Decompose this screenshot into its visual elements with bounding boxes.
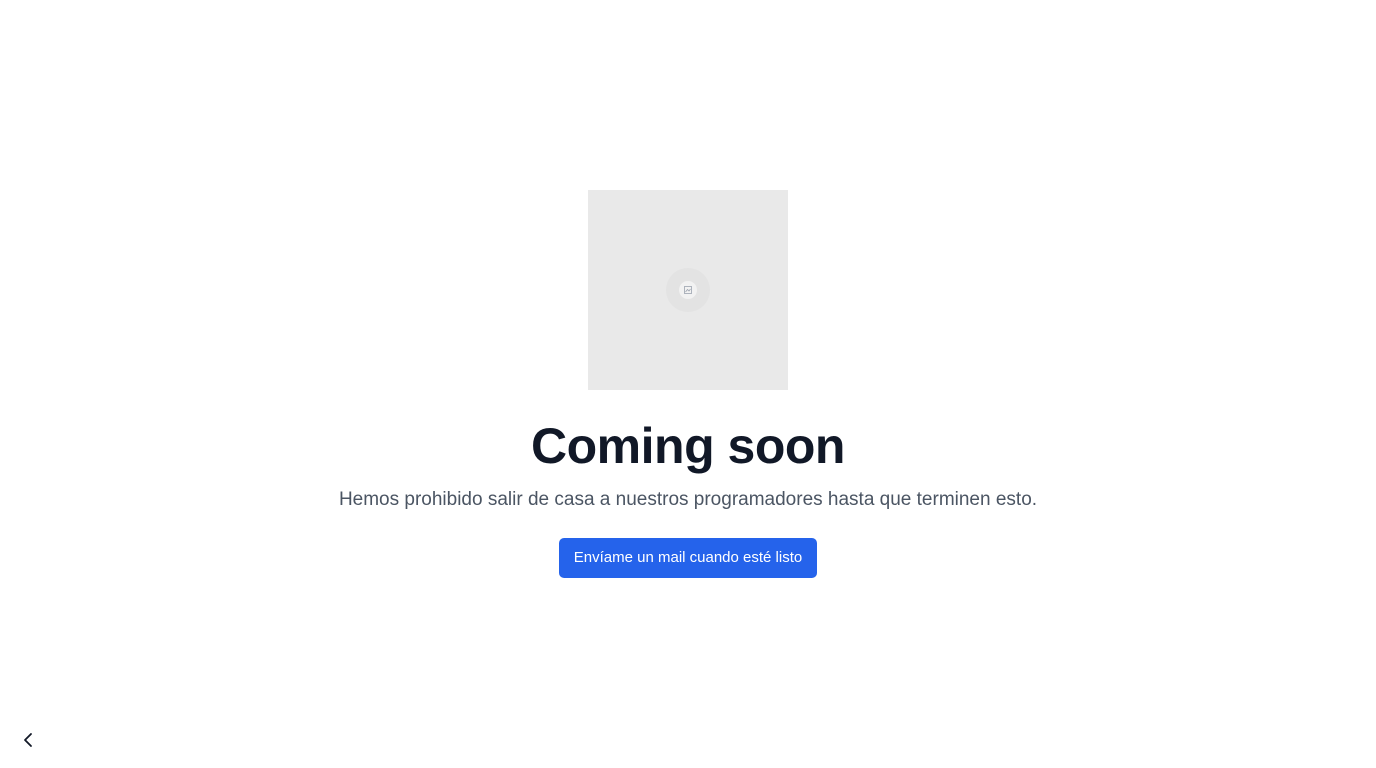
chevron-left-icon <box>24 733 32 747</box>
image-placeholder-icon <box>684 286 692 294</box>
page-subtitle: Hemos prohibido salir de casa a nuestros… <box>338 489 1038 510</box>
notify-me-button[interactable]: Envíame un mail cuando esté listo <box>559 538 817 578</box>
hero-image-placeholder <box>588 190 788 390</box>
back-button[interactable] <box>18 730 38 750</box>
coming-soon-page: Coming soon Hemos prohibido salir de cas… <box>0 0 1376 768</box>
page-title: Coming soon <box>531 418 845 474</box>
